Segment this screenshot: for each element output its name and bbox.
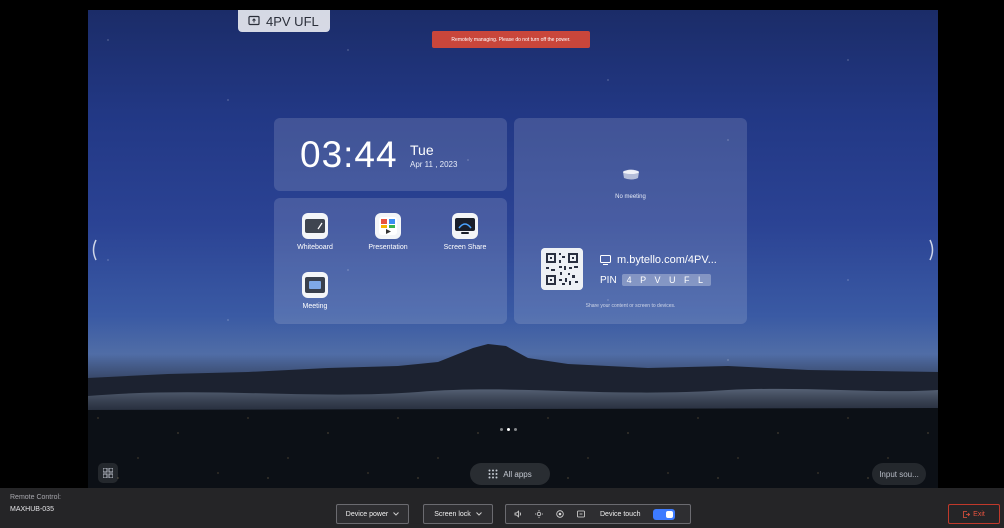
page-right-icon[interactable] [928, 238, 936, 262]
pin-code: 4 P V U F L [621, 274, 712, 286]
meeting-widget: No meeting m.bytello.com/4PV... PIN 4 P … [514, 118, 747, 324]
clock-day: Tue [410, 142, 434, 158]
device-power-dropdown[interactable]: Device power [336, 504, 409, 524]
app-screen-share[interactable]: Screen Share [435, 213, 495, 251]
app-presentation[interactable]: Presentation [358, 213, 418, 251]
meeting-url-row: m.bytello.com/4PV... [600, 254, 717, 266]
presentation-icon [375, 213, 401, 239]
app-whiteboard[interactable]: Whiteboard [285, 213, 345, 251]
toggle-knob [666, 510, 674, 518]
app-presentation-label: Presentation [368, 244, 408, 251]
app-whiteboard-label: Whiteboard [297, 244, 333, 251]
device-name: MAXHUB-035 [10, 506, 54, 513]
page-dot-active [507, 428, 510, 431]
chevron-down-icon [475, 512, 482, 516]
share-hint-text: Share your content or screen to devices. [585, 303, 676, 309]
page-indicator [500, 428, 517, 431]
widgets-button[interactable] [98, 463, 118, 483]
app-shortcuts-widget: Whiteboard Presentation Screen Share Mee… [274, 198, 507, 324]
input-source-label: Input sou... [879, 469, 919, 479]
eye-care-icon[interactable] [556, 510, 564, 518]
device-touch-label: Device touch [600, 510, 641, 518]
page-dot [514, 428, 517, 431]
app-meeting[interactable]: Meeting [285, 272, 345, 310]
monitor-icon [600, 255, 611, 265]
clock-time: 03:44 [300, 134, 398, 175]
volume-icon[interactable] [514, 510, 522, 518]
app-meeting-label: Meeting [302, 303, 328, 310]
screen-share-icon [452, 213, 478, 239]
brightness-icon[interactable] [535, 510, 543, 518]
screen-lock-dropdown[interactable]: Screen lock [423, 504, 493, 524]
no-meeting-icon [623, 169, 639, 180]
screen-share-icon [248, 15, 260, 26]
meeting-url: m.bytello.com/4PV... [617, 254, 717, 266]
page-left-icon[interactable] [90, 238, 98, 262]
pin-row: PIN 4 P V U F L [600, 274, 712, 286]
device-touch-toggle[interactable] [653, 508, 676, 520]
remote-managing-banner: Remotely managing. Please do not turn of… [432, 31, 590, 48]
quick-controls: Device touch [505, 504, 691, 524]
device-power-label: Device power [345, 510, 389, 518]
remote-control-bar: Remote Control: MAXHUB-035 Device power … [0, 488, 1004, 528]
all-apps-button[interactable]: All apps [470, 463, 550, 485]
exit-button[interactable]: Exit [948, 504, 1000, 524]
device-name-tab: 4PV UFL [238, 10, 330, 32]
device-name-label: 4PV UFL [266, 13, 319, 29]
screen-off-icon[interactable] [577, 510, 585, 518]
app-screen-share-label: Screen Share [443, 244, 487, 251]
remote-managing-text: Remotely managing. Please do not turn of… [451, 36, 571, 43]
qr-code-icon [541, 248, 583, 290]
chevron-down-icon [393, 512, 400, 516]
grid-icon [103, 468, 113, 478]
input-source-button[interactable]: Input sou... [872, 463, 926, 485]
remote-control-label: Remote Control: [10, 494, 61, 501]
clock-date: Apr 11 , 2023 [410, 160, 458, 169]
apps-grid-icon [488, 469, 498, 479]
pin-label: PIN [600, 274, 617, 286]
exit-label: Exit [973, 510, 985, 518]
meeting-icon [302, 272, 328, 298]
no-meeting-text: No meeting [615, 194, 646, 200]
page-dot [500, 428, 503, 431]
all-apps-label: All apps [503, 469, 532, 479]
screen-lock-label: Screen lock [434, 510, 471, 518]
remote-screen-view[interactable]: 4PV UFL Remotely managing. Please do not… [88, 10, 938, 488]
exit-icon [963, 510, 971, 518]
whiteboard-icon [302, 213, 328, 239]
clock-widget: 03:44 Tue Apr 11 , 2023 [274, 118, 507, 191]
